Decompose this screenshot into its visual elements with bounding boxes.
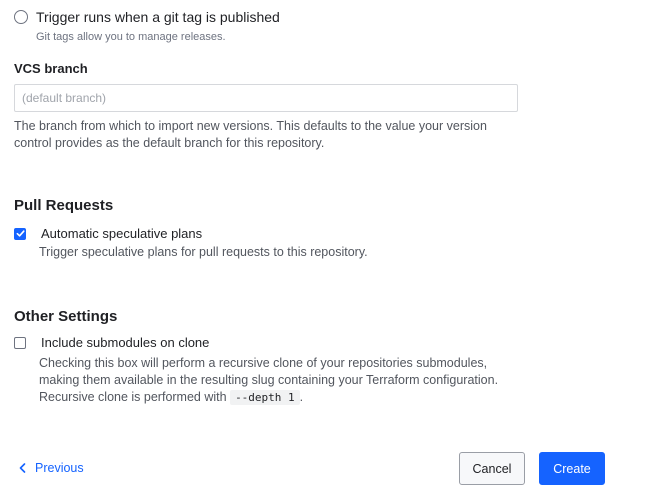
vcs-branch-help-line: control provides as the default branch f… [14, 136, 325, 150]
vcs-branch-input[interactable] [14, 84, 518, 112]
speculative-plans-help: Trigger speculative plans for pull reque… [39, 245, 368, 259]
submodules-help-suffix: . [299, 390, 304, 404]
trigger-tag-help: Git tags allow you to manage releases. [36, 31, 226, 43]
speculative-plans-label: Automatic speculative plans [41, 226, 203, 241]
submodules-help: Checking this box will perform a recursi… [39, 355, 539, 406]
pull-requests-heading: Pull Requests [14, 197, 114, 214]
previous-label: Previous [35, 461, 84, 475]
previous-link[interactable]: Previous [18, 461, 84, 475]
trigger-tag-radio[interactable] [14, 10, 28, 24]
submodules-help-line: Checking this box will perform a recursi… [39, 356, 488, 370]
submodules-checkbox[interactable] [14, 336, 26, 349]
submodules-help-prefix: Recursive clone is performed with [39, 390, 227, 404]
vcs-branch-label: VCS branch [14, 61, 88, 76]
submodules-option[interactable]: Include submodules on clone [14, 335, 209, 350]
other-settings-heading: Other Settings [14, 308, 118, 325]
vcs-branch-help: The branch from which to import new vers… [14, 118, 534, 152]
depth-code: --depth 1 [230, 390, 300, 405]
trigger-tag-label: Trigger runs when a git tag is published [36, 9, 280, 25]
speculative-plans-checkbox[interactable] [14, 227, 26, 240]
cancel-button[interactable]: Cancel [459, 452, 525, 485]
create-button[interactable]: Create [539, 452, 605, 485]
chevron-left-icon [19, 463, 26, 473]
trigger-tag-option[interactable]: Trigger runs when a git tag is published [14, 9, 280, 25]
submodules-help-line: Recursive clone is performed with --dept… [39, 389, 539, 406]
vcs-settings-form: Trigger runs when a git tag is published… [0, 0, 660, 499]
submodules-label: Include submodules on clone [41, 335, 210, 350]
speculative-plans-option[interactable]: Automatic speculative plans [14, 226, 202, 241]
checkmark-icon [16, 230, 25, 237]
vcs-branch-help-line: The branch from which to import new vers… [14, 119, 487, 133]
submodules-help-line: making them available in the resulting s… [39, 373, 499, 387]
